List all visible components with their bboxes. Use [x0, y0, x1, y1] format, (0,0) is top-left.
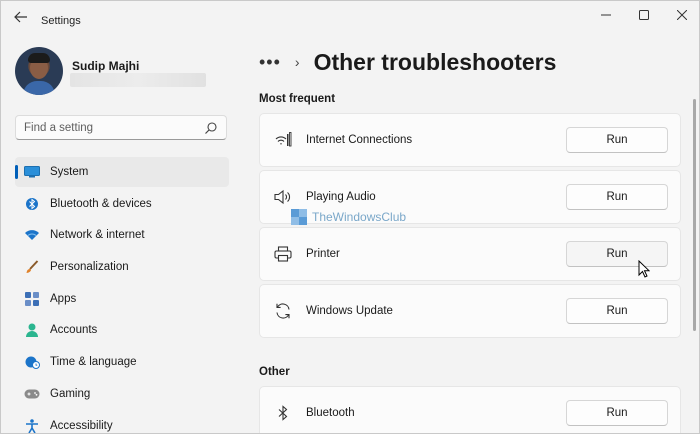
back-button[interactable] — [9, 7, 33, 27]
section-heading-other: Other — [259, 366, 290, 378]
wifi-icon — [24, 227, 40, 243]
sidebar-item-gaming[interactable]: Gaming — [15, 379, 229, 409]
troubleshooter-label: Bluetooth — [306, 407, 355, 419]
sidebar-item-label: Apps — [50, 292, 77, 305]
breadcrumb-more-button[interactable]: ••• — [259, 52, 281, 73]
run-playing-audio-button[interactable]: Run — [566, 184, 668, 210]
run-internet-connections-button[interactable]: Run — [566, 127, 668, 153]
printer-icon — [274, 245, 292, 263]
run-windows-update-button[interactable]: Run — [566, 298, 668, 324]
search-icon[interactable] — [204, 121, 218, 135]
sidebar-item-label: Time & language — [50, 356, 137, 369]
sidebar-item-system[interactable]: System — [15, 157, 229, 187]
maximize-icon — [639, 10, 649, 20]
sidebar-item-label: System — [50, 166, 89, 178]
close-icon — [677, 10, 687, 20]
troubleshooter-windows-update: Windows Update Run — [259, 284, 681, 338]
sidebar-item-label: Personalization — [50, 261, 129, 274]
scrollbar-thumb[interactable] — [693, 99, 696, 331]
gamepad-icon — [24, 386, 40, 402]
speaker-icon — [274, 188, 292, 206]
breadcrumb: ••• › Other troubleshooters — [259, 45, 556, 79]
sidebar-item-label: Accounts — [50, 324, 98, 337]
avatar[interactable] — [15, 47, 63, 95]
bluetooth-icon — [24, 196, 40, 212]
sidebar-item-accounts[interactable]: Accounts — [15, 315, 229, 345]
monitor-icon — [24, 164, 40, 180]
title-bar: Settings — [1, 1, 699, 33]
back-arrow-icon — [14, 11, 27, 23]
accessibility-icon — [24, 418, 40, 434]
troubleshooter-label: Internet Connections — [306, 134, 413, 146]
close-button[interactable] — [663, 1, 699, 29]
brush-icon — [24, 259, 40, 275]
run-printer-button[interactable]: Run — [566, 241, 668, 267]
watermark-logo-icon — [291, 209, 307, 225]
sidebar-item-bluetooth-devices[interactable]: Bluetooth & devices — [15, 189, 229, 219]
sidebar-item-label: Gaming — [50, 387, 91, 400]
maximize-button[interactable] — [625, 1, 663, 29]
watermark: TheWindowsClub — [291, 209, 406, 225]
chevron-right-icon: › — [294, 54, 300, 70]
apps-icon — [24, 291, 40, 307]
run-bluetooth-button[interactable]: Run — [566, 400, 668, 426]
profile-email-redacted — [70, 73, 206, 87]
search-box[interactable]: Find a setting — [15, 115, 227, 140]
sidebar-item-label: Bluetooth & devices — [50, 197, 152, 210]
network-signal-icon — [274, 131, 292, 149]
bluetooth-icon — [274, 404, 292, 422]
troubleshooter-bluetooth: Bluetooth Run — [259, 386, 681, 433]
watermark-text: TheWindowsClub — [312, 210, 407, 224]
section-heading-most-frequent: Most frequent — [259, 93, 336, 105]
minimize-button[interactable] — [587, 1, 625, 29]
troubleshooter-label: Printer — [306, 248, 340, 260]
troubleshooter-internet-connections: Internet Connections Run — [259, 113, 681, 167]
window-title: Settings — [41, 15, 81, 27]
minimize-icon — [601, 14, 611, 16]
troubleshooter-label: Playing Audio — [306, 191, 376, 203]
sidebar-nav: System Bluetooth & devices Network & int… — [15, 157, 229, 434]
profile-name: Sudip Majhi — [72, 59, 140, 73]
troubleshooter-label: Windows Update — [306, 305, 393, 317]
troubleshooter-printer: Printer Run — [259, 227, 681, 281]
sync-icon — [274, 302, 292, 320]
search-input[interactable]: Find a setting — [24, 122, 93, 134]
person-icon — [24, 322, 40, 338]
sidebar-item-time-language[interactable]: Time & language — [15, 347, 229, 377]
sidebar-item-personalization[interactable]: Personalization — [15, 252, 229, 282]
settings-window: Settings Sudip Majhi Find a setting Syst… — [0, 0, 700, 434]
page-title: Other troubleshooters — [313, 48, 557, 75]
sidebar-item-apps[interactable]: Apps — [15, 284, 229, 314]
window-controls — [587, 1, 699, 29]
globe-clock-icon — [24, 354, 40, 370]
user-profile: Sudip Majhi — [15, 47, 235, 99]
sidebar-item-label: Network & internet — [50, 229, 145, 242]
sidebar-item-network-internet[interactable]: Network & internet — [15, 220, 229, 250]
sidebar-item-label: Accessibility — [50, 419, 113, 432]
sidebar-item-accessibility[interactable]: Accessibility — [15, 411, 229, 434]
mouse-cursor-icon — [638, 260, 650, 278]
